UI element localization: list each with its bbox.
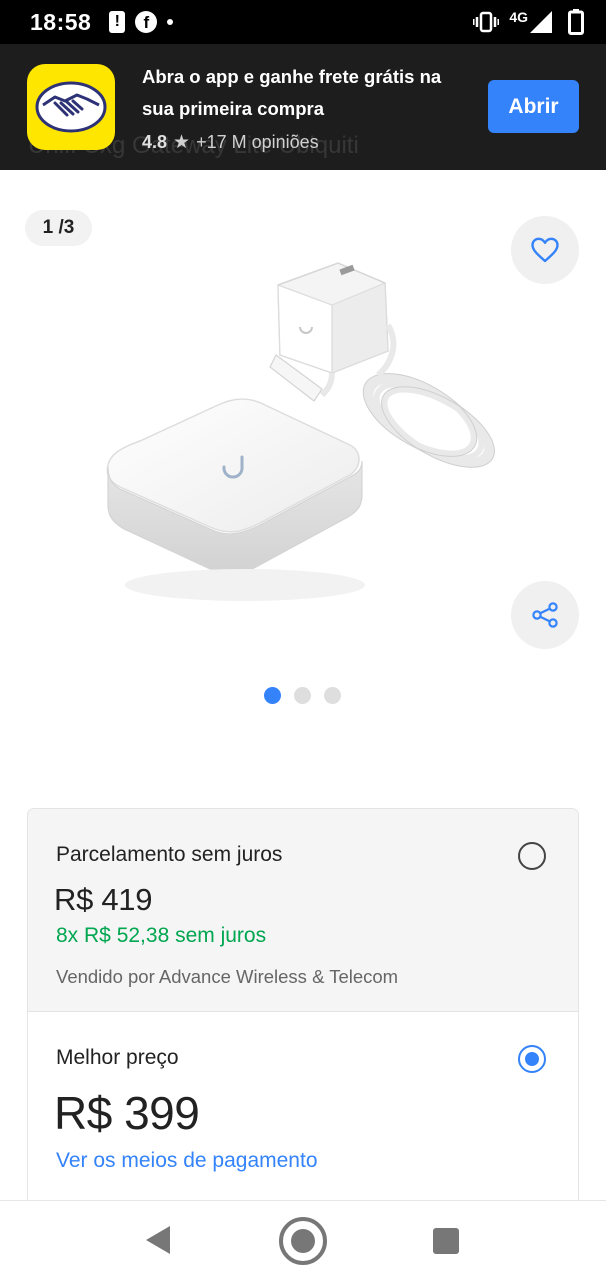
gallery-pagination (264, 687, 341, 704)
status-right: 4G (473, 9, 584, 35)
pagination-dot-2[interactable] (294, 687, 311, 704)
open-app-button[interactable]: Abrir (488, 80, 579, 133)
banner-text: Abra o app e ganhe frete grátis na sua p… (142, 61, 472, 154)
home-icon[interactable] (279, 1217, 327, 1265)
rating-score: 4.8 (142, 132, 168, 152)
status-bar: 18:58 f 4G (0, 0, 606, 44)
app-install-banner: Unifi Cxg Gateway Lite Ubiquiti Abra o a… (0, 44, 606, 170)
installment-detail: 8x R$ 52,38 sem juros (56, 924, 267, 947)
review-count: +17 M opiniões (196, 132, 319, 152)
seller-info: Vendido por Advance Wireless & Telecom (56, 966, 399, 987)
cellular-signal-icon (530, 11, 552, 33)
back-icon[interactable] (146, 1226, 170, 1254)
handshake-icon (35, 81, 107, 133)
status-time: 18:58 (30, 8, 92, 35)
gallery-counter: 1 /3 (25, 210, 92, 246)
pagination-dot-1[interactable] (264, 687, 281, 704)
best-price-title: Melhor preço (56, 1046, 179, 1069)
favorite-button[interactable] (511, 216, 579, 284)
heart-icon (531, 237, 559, 263)
recents-icon[interactable] (433, 1228, 459, 1254)
banner-message: Abra o app e ganhe frete grátis na sua p… (142, 66, 442, 119)
star-icon: ★ (173, 132, 191, 153)
payment-methods-link[interactable]: Ver os meios de pagamento (56, 1149, 318, 1173)
installments-title: Parcelamento sem juros (56, 843, 283, 866)
facebook-notification-icon: f (135, 11, 158, 33)
pagination-dot-3[interactable] (324, 687, 341, 704)
share-icon (532, 602, 558, 628)
share-button[interactable] (511, 581, 579, 649)
notification-icons: f (109, 11, 174, 33)
installments-option[interactable]: Parcelamento sem juros R$ 419 8x R$ 52,3… (28, 809, 578, 1012)
app-rating: 4.8 ★ +17 M opiniões (142, 131, 472, 154)
vibrate-icon (473, 11, 500, 33)
best-price-value: R$ 399 (54, 1087, 200, 1139)
system-navigation-bar (0, 1200, 606, 1280)
mercado-livre-logo[interactable] (27, 64, 115, 150)
page: 18:58 f 4G Unifi Cxg Gatew (0, 0, 606, 1280)
purchase-options: Parcelamento sem juros R$ 419 8x R$ 52,3… (27, 808, 579, 1228)
best-price-option[interactable]: Melhor preço R$ 399 Ver os meios de paga… (28, 1012, 578, 1227)
more-notifications-dot-icon (167, 19, 174, 25)
installments-radio[interactable] (518, 842, 546, 870)
product-image[interactable] (100, 255, 510, 615)
network-type: 4G (509, 9, 528, 25)
best-price-radio[interactable] (518, 1045, 546, 1073)
battery-icon (568, 9, 584, 35)
alert-notification-icon (109, 11, 126, 33)
installments-price: R$ 419 (54, 882, 153, 917)
